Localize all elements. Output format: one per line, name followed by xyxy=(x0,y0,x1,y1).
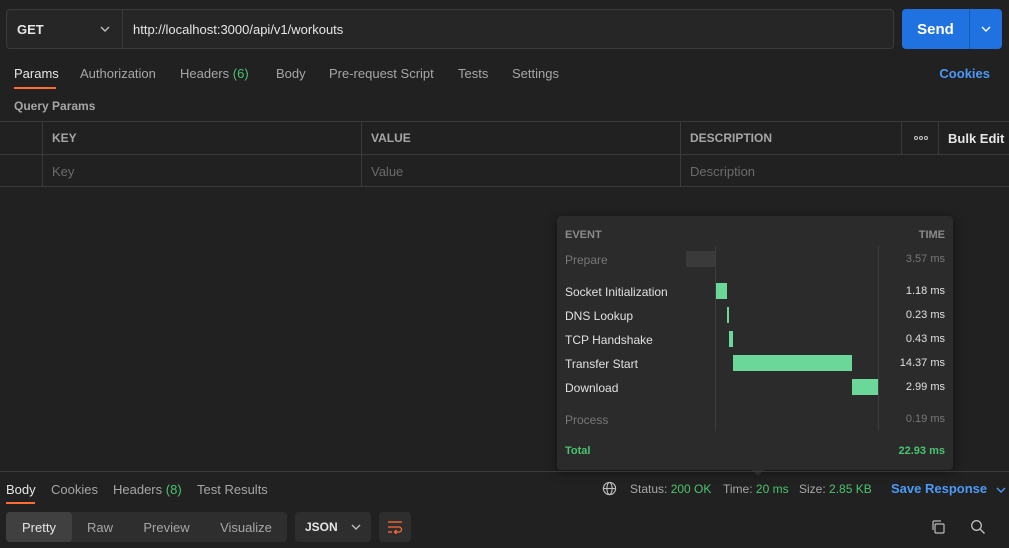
tab-settings[interactable]: Settings xyxy=(512,66,559,81)
tab-params[interactable]: Params xyxy=(14,66,59,81)
tab-response-body[interactable]: Body xyxy=(6,482,36,497)
timeline-end-line xyxy=(878,246,879,431)
chevron-down-icon xyxy=(351,524,361,530)
chevron-down-icon xyxy=(981,26,991,32)
save-response-button[interactable]: Save Response xyxy=(891,481,1006,496)
view-pretty-button[interactable]: Pretty xyxy=(6,512,72,542)
timing-bar-transfer xyxy=(733,355,852,371)
send-button-group: Send xyxy=(902,9,1002,49)
timeline-start-line xyxy=(715,246,716,431)
active-tab-indicator xyxy=(14,87,56,89)
more-horizontal-icon xyxy=(913,136,928,140)
response-headers-count: (8) xyxy=(165,482,182,497)
tab-response-headers[interactable]: Headers (8) xyxy=(113,482,182,497)
time-process: 0.19 ms xyxy=(905,413,945,425)
timing-popover: EVENT TIME Prepare 3.57 ms Socket Initia… xyxy=(557,216,953,470)
headers-count: (6) xyxy=(232,66,249,81)
tab-response-cookies[interactable]: Cookies xyxy=(51,482,98,497)
search-icon xyxy=(971,520,985,534)
chevron-down-icon xyxy=(100,26,110,32)
format-label: JSON xyxy=(305,520,338,534)
time-dns-lookup: 0.23 ms xyxy=(905,309,945,321)
copy-button[interactable] xyxy=(926,515,950,539)
send-options-button[interactable] xyxy=(970,9,1002,49)
key-column-header: KEY xyxy=(42,122,362,154)
value-input[interactable]: Value xyxy=(361,155,681,187)
tab-tests[interactable]: Tests xyxy=(458,66,488,81)
event-column-header: EVENT xyxy=(565,229,602,241)
time-tcp-handshake: 0.43 ms xyxy=(905,333,945,345)
timing-bar-dns xyxy=(727,307,729,323)
status-info[interactable]: Status: 200 OK xyxy=(630,482,711,496)
event-tcp-handshake: TCP Handshake xyxy=(565,333,653,347)
request-tabs: Params Authorization Headers (6) Body Pr… xyxy=(0,62,1009,90)
more-options-button[interactable] xyxy=(901,122,939,154)
event-process: Process xyxy=(565,413,609,427)
size-value: 2.85 KB xyxy=(829,482,872,496)
table-row: Key Value Description xyxy=(0,154,1009,187)
value-column-header: VALUE xyxy=(361,122,681,154)
view-mode-group: Pretty Raw Preview Visualize xyxy=(6,512,287,542)
tab-headers[interactable]: Headers (6) xyxy=(180,66,249,81)
tab-body[interactable]: Body xyxy=(276,66,306,81)
timing-bar-tcp xyxy=(729,331,733,347)
time-transfer-start: 14.37 ms xyxy=(899,357,945,369)
bulk-edit-button[interactable]: Bulk Edit xyxy=(938,122,1009,154)
key-input[interactable]: Key xyxy=(42,155,362,187)
globe-icon[interactable] xyxy=(602,481,617,496)
url-input[interactable]: http://localhost:3000/api/v1/workouts xyxy=(123,10,893,48)
method-label: GET xyxy=(17,21,44,37)
wrap-lines-icon xyxy=(388,521,403,534)
tab-pre-request-script[interactable]: Pre-request Script xyxy=(329,66,434,81)
tab-test-results[interactable]: Test Results xyxy=(197,482,268,497)
timing-bar-download xyxy=(852,379,878,395)
status-value: 200 OK xyxy=(670,482,712,496)
chevron-down-icon xyxy=(996,487,1006,493)
description-column-header: DESCRIPTION xyxy=(680,122,902,154)
copy-icon xyxy=(932,520,945,534)
table-header-row: KEY VALUE DESCRIPTION Bulk Edit xyxy=(0,121,1009,154)
active-response-tab-indicator xyxy=(6,502,35,504)
time-value: 20 ms xyxy=(755,482,789,496)
size-info[interactable]: Size: 2.85 KB xyxy=(799,482,872,496)
request-bar: GET http://localhost:3000/api/v1/workout… xyxy=(6,9,894,49)
time-download: 2.99 ms xyxy=(905,381,945,393)
time-socket-initialization: 1.18 ms xyxy=(905,285,945,297)
total-label: Total xyxy=(565,445,591,457)
event-dns-lookup: DNS Lookup xyxy=(565,309,634,323)
event-transfer-start: Transfer Start xyxy=(565,357,638,371)
tab-authorization[interactable]: Authorization xyxy=(80,66,156,81)
event-socket-initialization: Socket Initialization xyxy=(565,285,668,299)
timing-bar-prepare xyxy=(686,251,715,267)
view-raw-button[interactable]: Raw xyxy=(72,512,128,542)
description-input[interactable]: Description xyxy=(680,155,1009,187)
time-prepare: 3.57 ms xyxy=(905,253,945,265)
params-table: KEY VALUE DESCRIPTION Bulk Edit Key Valu… xyxy=(0,121,1009,188)
query-params-title: Query Params xyxy=(14,99,96,113)
method-select[interactable]: GET xyxy=(7,10,123,48)
time-column-header: TIME xyxy=(918,229,945,241)
event-prepare: Prepare xyxy=(565,253,608,267)
wrap-lines-button[interactable] xyxy=(379,512,411,542)
total-time: 22.93 ms xyxy=(898,445,945,457)
event-download: Download xyxy=(565,381,619,395)
search-button[interactable] xyxy=(966,515,990,539)
response-tabs: Body Cookies Headers (8) Test Results St… xyxy=(0,471,1009,505)
send-button[interactable]: Send xyxy=(902,9,970,49)
format-select[interactable]: JSON xyxy=(295,512,371,542)
view-preview-button[interactable]: Preview xyxy=(128,512,205,542)
time-info[interactable]: Time: 20 ms xyxy=(723,482,789,496)
timing-bar-socket xyxy=(716,283,727,299)
view-visualize-button[interactable]: Visualize xyxy=(205,512,287,542)
cookies-link[interactable]: Cookies xyxy=(939,66,990,81)
